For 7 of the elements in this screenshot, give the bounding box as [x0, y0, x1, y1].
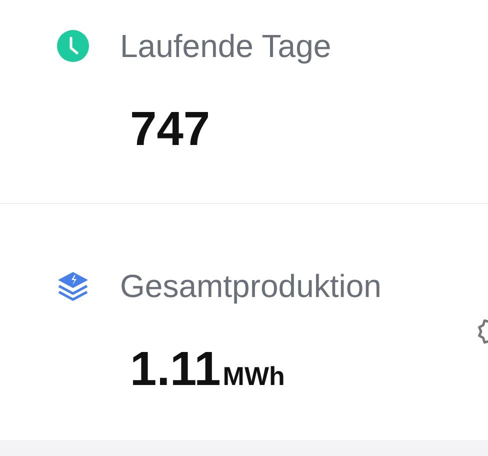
stat-value: 1.11 [130, 342, 221, 397]
layers-icon [56, 271, 90, 301]
clock-icon [56, 29, 90, 63]
stat-value: 747 [130, 102, 210, 157]
stat-label: Laufende Tage [120, 28, 332, 64]
stat-unit: MWh [222, 361, 285, 392]
stat-label: Gesamtproduktion [120, 268, 382, 304]
